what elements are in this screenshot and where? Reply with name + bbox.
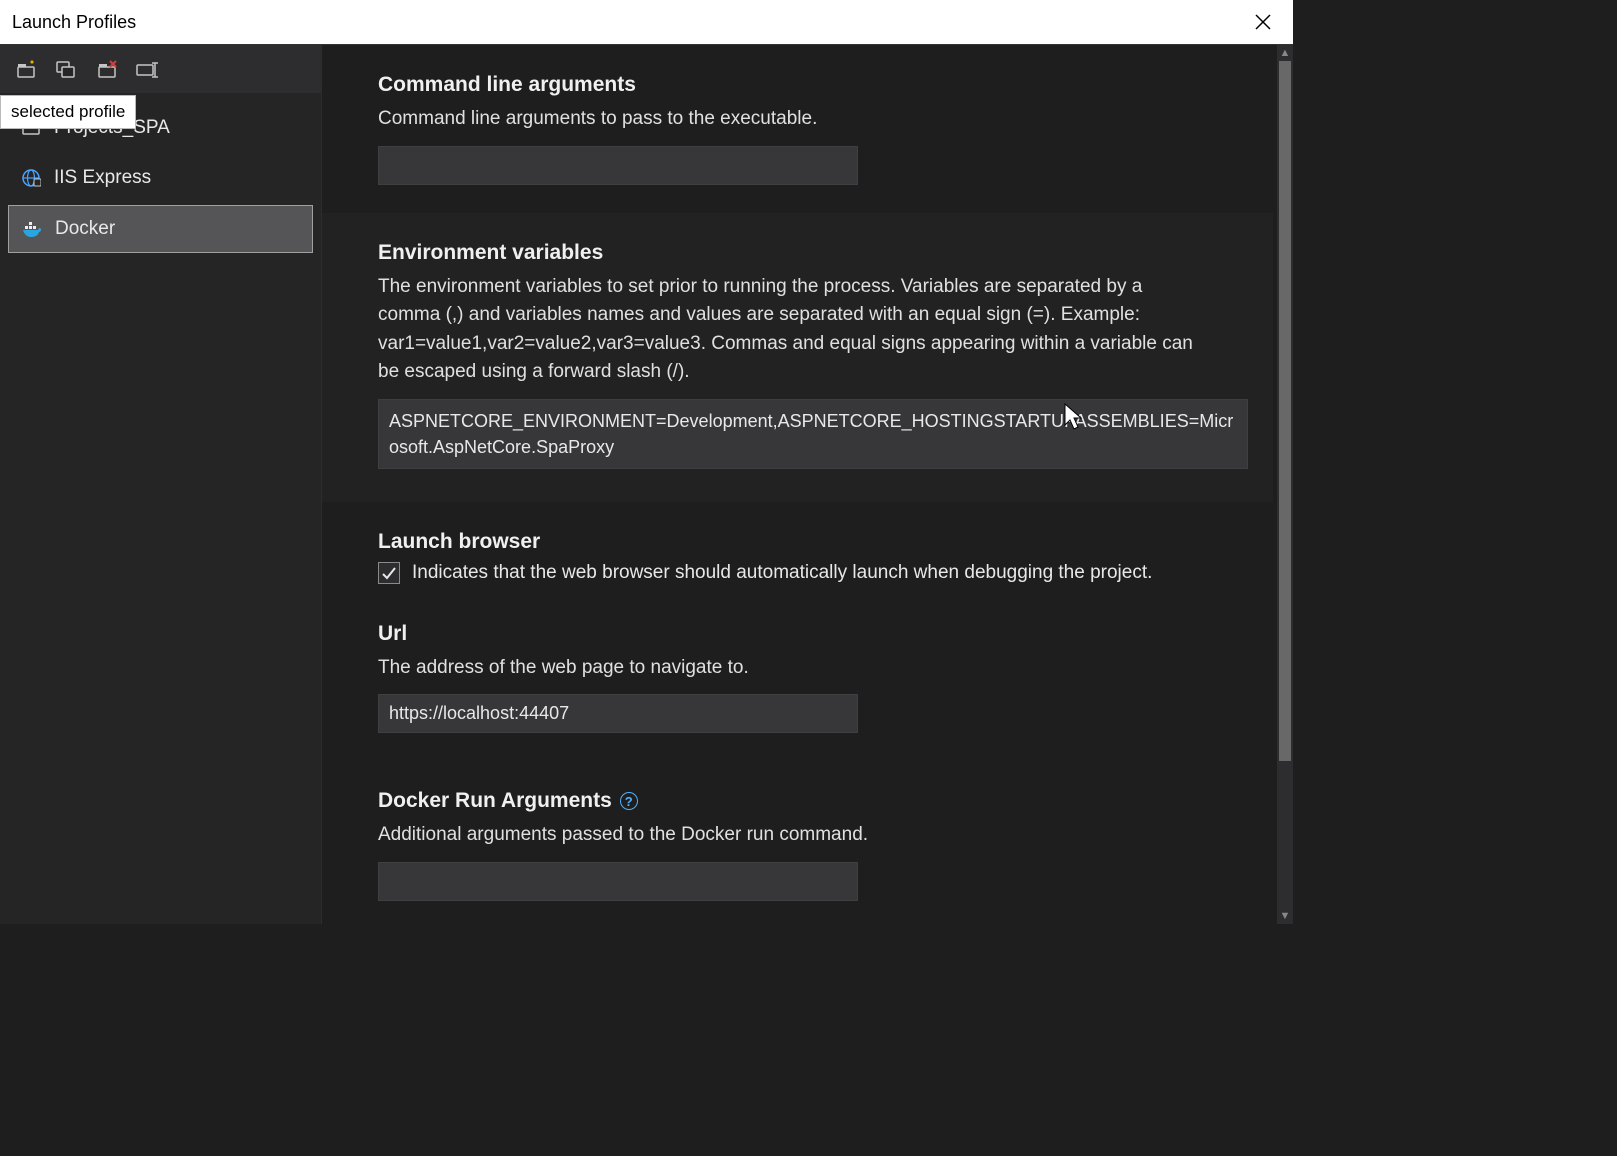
- tooltip: selected profile: [0, 95, 136, 129]
- profile-toolbar: [0, 45, 321, 93]
- launch-browser-checkbox[interactable]: [378, 562, 400, 584]
- globe-icon: [20, 167, 42, 189]
- checkbox-label: Indicates that the web browser should au…: [412, 562, 1152, 584]
- docker-args-input[interactable]: [378, 862, 858, 901]
- env-vars-input[interactable]: [378, 399, 1248, 469]
- section-docker-args: Docker Run Arguments ? Additional argume…: [322, 761, 1273, 924]
- close-icon: [1255, 14, 1271, 30]
- section-env-vars: Environment variables The environment va…: [322, 213, 1273, 502]
- section-desc: Additional arguments passed to the Docke…: [378, 821, 1198, 850]
- section-title: Docker Run Arguments ?: [378, 789, 1217, 813]
- section-url: Url The address of the web page to navig…: [322, 612, 1273, 762]
- sidebar: selected profile Projects_SPA: [0, 45, 322, 924]
- rename-profile-icon: [135, 59, 159, 79]
- section-title-text: Docker Run Arguments: [378, 789, 612, 813]
- profile-item-label: Docker: [55, 218, 115, 240]
- section-command-line-args: Command line arguments Command line argu…: [322, 45, 1273, 213]
- scroll-down-arrow-icon[interactable]: ▼: [1277, 908, 1293, 924]
- section-launch-browser: Launch browser Indicates that the web br…: [322, 502, 1273, 612]
- duplicate-profile-button[interactable]: [54, 58, 80, 80]
- vertical-scrollbar[interactable]: ▲ ▼: [1277, 45, 1293, 924]
- new-profile-icon: [15, 59, 39, 79]
- section-title: Url: [378, 622, 1217, 646]
- docker-icon: [21, 218, 43, 240]
- profile-item-docker[interactable]: Docker: [8, 205, 313, 253]
- checkmark-icon: [381, 565, 397, 581]
- scroll-up-arrow-icon[interactable]: ▲: [1277, 45, 1293, 61]
- scrollbar-thumb[interactable]: [1279, 61, 1291, 761]
- dialog-body: selected profile Projects_SPA: [0, 45, 1293, 924]
- new-profile-button[interactable]: [14, 58, 40, 80]
- section-title: Environment variables: [378, 241, 1217, 265]
- profile-item-label: IIS Express: [54, 167, 151, 189]
- rename-profile-button[interactable]: [134, 58, 160, 80]
- section-desc: The environment variables to set prior t…: [378, 273, 1198, 387]
- section-title: Launch browser: [378, 530, 1217, 554]
- launch-profiles-window: Launch Profiles: [0, 0, 1293, 924]
- content-pane: Command line arguments Command line argu…: [322, 45, 1293, 924]
- delete-profile-icon: [95, 59, 119, 79]
- window-title: Launch Profiles: [12, 12, 1245, 33]
- delete-profile-button[interactable]: [94, 58, 120, 80]
- section-title: Command line arguments: [378, 73, 1217, 97]
- duplicate-profile-icon: [55, 59, 79, 79]
- titlebar: Launch Profiles: [0, 0, 1293, 45]
- section-desc: The address of the web page to navigate …: [378, 654, 1198, 683]
- profile-item-iis-express[interactable]: IIS Express: [8, 155, 313, 201]
- close-button[interactable]: [1245, 4, 1281, 40]
- url-input[interactable]: [378, 694, 858, 733]
- command-line-args-input[interactable]: [378, 146, 858, 185]
- help-icon[interactable]: ?: [620, 792, 638, 810]
- section-desc: Command line arguments to pass to the ex…: [378, 105, 1198, 134]
